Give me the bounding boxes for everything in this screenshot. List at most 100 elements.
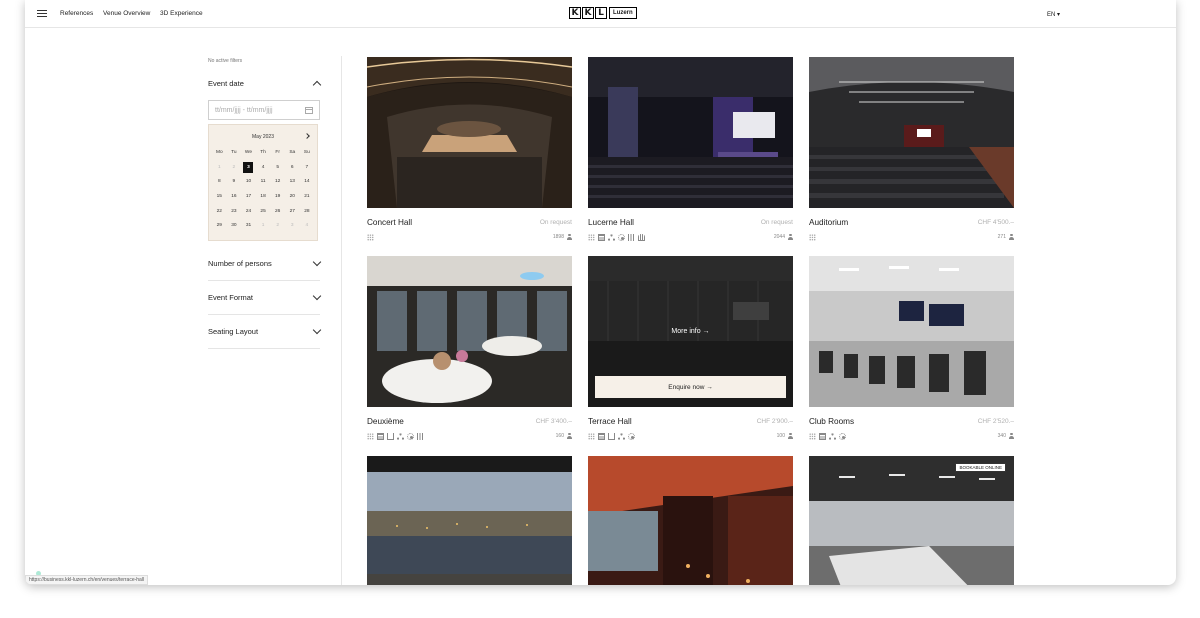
calendar-day-number: 17	[245, 193, 252, 199]
status-bar-url: https://business.kkl-luzern.ch/en/venues…	[25, 575, 149, 585]
calendar-day[interactable]: 15	[212, 189, 227, 204]
calendar-day[interactable]: 8	[212, 174, 227, 189]
calendar-day[interactable]: 2	[227, 160, 242, 175]
venue-card-club-rooms[interactable]: Club Rooms CHF 2'520.– 340	[809, 256, 1014, 441]
calendar-day[interactable]: 10	[241, 174, 256, 189]
calendar-day[interactable]: 22	[212, 204, 227, 219]
filter-seating-layout[interactable]: Seating Layout	[208, 315, 322, 349]
language-selector[interactable]: EN ▾	[1047, 11, 1060, 18]
calendar-day[interactable]: 17	[241, 189, 256, 204]
rows-icon	[598, 233, 605, 241]
calendar-day[interactable]: 24	[241, 204, 256, 219]
hamburger-menu-icon[interactable]	[37, 10, 47, 18]
calendar-day[interactable]: 1	[256, 218, 271, 233]
calendar-day[interactable]: 9	[227, 174, 242, 189]
chevron-down-icon	[312, 325, 322, 335]
venue-name: Lucerne Hall	[588, 217, 634, 227]
capacity: 100	[777, 433, 793, 439]
calendar-day[interactable]: 16	[227, 189, 242, 204]
calendar-day-number: 14	[304, 179, 310, 185]
top-navigation: References Venue Overview 3D Experience …	[25, 0, 1176, 28]
calendar-day-number: 28	[304, 208, 310, 214]
venue-card-red-lounge[interactable]	[588, 456, 793, 585]
calendar-day-number: 5	[276, 164, 279, 170]
nav-venue-overview[interactable]: Venue Overview	[103, 10, 150, 17]
event-date-toggle[interactable]: Event date	[208, 79, 322, 90]
venue-card-seminar-room[interactable]: BOOKABLE ONLINE	[809, 456, 1014, 585]
nav-references[interactable]: References	[60, 10, 93, 17]
no-active-filters: No active filters	[208, 58, 243, 64]
calendar-day[interactable]: 18	[256, 189, 271, 204]
calendar-day[interactable]: 28	[300, 204, 315, 219]
calendar-day[interactable]: 3	[285, 218, 300, 233]
chevron-down-icon	[312, 257, 322, 267]
venue-photo	[588, 456, 793, 585]
calendar-day[interactable]: 13	[285, 174, 300, 189]
calendar-day[interactable]: 19	[270, 189, 285, 204]
filter-event-format[interactable]: Event Format	[208, 281, 322, 315]
calendar-day-number: 4	[261, 164, 265, 170]
kkl-logo[interactable]: K K L Luzern	[569, 7, 637, 20]
calendar-day[interactable]: 2	[270, 218, 285, 233]
calendar-day[interactable]: 25	[256, 204, 271, 219]
calendar-day[interactable]: 11	[256, 174, 271, 189]
calendar-day[interactable]: 4	[300, 218, 315, 233]
calendar-day[interactable]: 26	[270, 204, 285, 219]
calendar-day-number: 24	[245, 208, 252, 214]
venue-card-terrace-hall[interactable]: More info → Enquire now → Terrace Hall CH…	[588, 256, 793, 441]
capacity: 271	[998, 234, 1014, 240]
calendar-day[interactable]: 31	[241, 218, 256, 233]
calendar-day-number: 2	[232, 164, 236, 170]
calendar-day[interactable]: 7	[300, 160, 315, 175]
bars-icon	[628, 233, 635, 241]
dots-icon	[829, 432, 836, 440]
calendar-day[interactable]: 1	[212, 160, 227, 175]
setup-icons	[809, 432, 846, 440]
calendar-day-number: 4	[305, 223, 309, 229]
calendar-day[interactable]: 23	[227, 204, 242, 219]
more-info-link[interactable]: More info →	[588, 328, 793, 335]
calendar-day[interactable]: 29	[212, 218, 227, 233]
calendar-day[interactable]: 30	[227, 218, 242, 233]
enquire-now-button[interactable]: Enquire now →	[595, 376, 786, 398]
venue-photo: BOOKABLE ONLINE	[809, 456, 1014, 585]
calendar-day[interactable]: 6	[285, 160, 300, 175]
person-icon	[788, 433, 793, 439]
dots-icon	[397, 432, 404, 440]
date-range-input[interactable]: tt/mm/jjjj - tt/mm/jjjj	[208, 100, 320, 120]
venue-card-terrace-view[interactable]	[367, 456, 572, 585]
calendar-day[interactable]: 4	[256, 160, 271, 175]
venue-card-deuxieme[interactable]: Deuxième CHF 3'400.– 160	[367, 256, 572, 441]
filter-label: Seating Layout	[208, 327, 259, 336]
sun-icon	[839, 432, 846, 440]
nav-3d-experience[interactable]: 3D Experience	[160, 10, 203, 17]
filter-number-of-persons[interactable]: Number of persons	[208, 247, 322, 281]
grid-icon	[588, 233, 595, 241]
calendar-day[interactable]: 27	[285, 204, 300, 219]
chevron-down-icon	[312, 291, 322, 301]
chevron-up-icon	[312, 80, 322, 90]
calendar-day[interactable]: 20	[285, 189, 300, 204]
venue-photo	[367, 57, 572, 208]
dots-icon	[618, 432, 625, 440]
venue-name: Terrace Hall	[588, 416, 632, 426]
bookable-online-badge: BOOKABLE ONLINE	[955, 463, 1006, 472]
calendar-day[interactable]: 14	[300, 174, 315, 189]
calendar-day[interactable]: 12	[270, 174, 285, 189]
venue-photo	[588, 57, 793, 208]
weekday-label: Th	[260, 149, 266, 155]
venue-card-lucerne-hall[interactable]: Lucerne Hall On request 2044	[588, 57, 793, 242]
calendar-day[interactable]: 21	[300, 189, 315, 204]
weekday-label: Sa	[289, 149, 296, 155]
calendar-day-number: 30	[231, 223, 237, 229]
calendar-day[interactable]: 5	[270, 160, 285, 175]
capacity-value: 1898	[552, 234, 564, 240]
calendar-icon[interactable]	[305, 106, 313, 114]
venue-card-concert-hall[interactable]: Concert Hall On request 1898	[367, 57, 572, 242]
calendar-day-number: 2	[276, 223, 279, 229]
calendar-day-selected[interactable]: 3	[241, 160, 256, 175]
person-icon	[788, 234, 793, 240]
logo-letter: L	[595, 7, 607, 19]
venue-card-auditorium[interactable]: Auditorium CHF 4'500.– 271	[809, 57, 1014, 242]
venue-photo	[809, 57, 1014, 208]
